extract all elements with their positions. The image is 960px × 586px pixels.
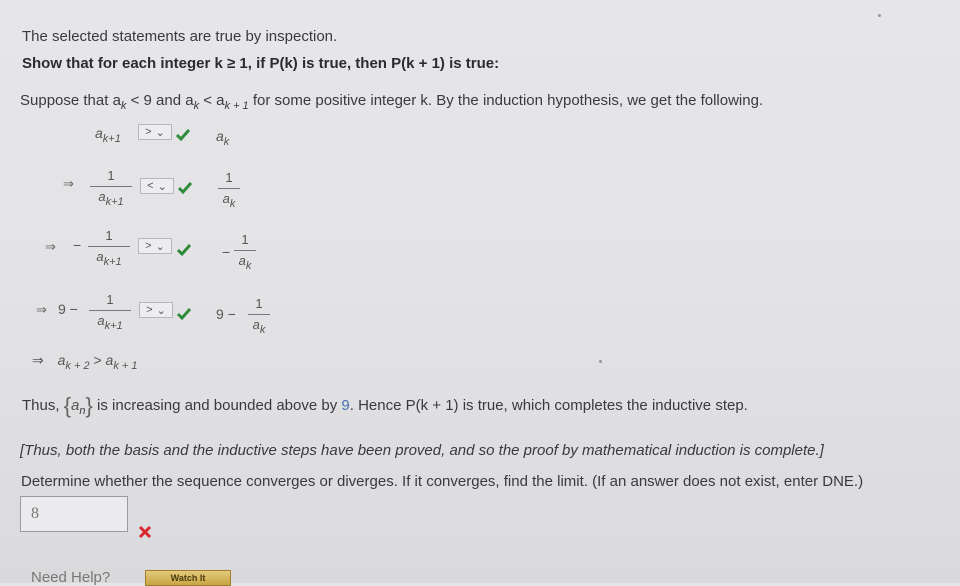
incorrect-x-icon [138,525,152,539]
row3-lhs-fraction: 1 ak+1 [88,228,130,270]
row2-check-icon [178,182,192,195]
answer-input[interactable]: 8 [20,496,128,532]
screen-speck [599,360,602,363]
step-heading: Show that for each integer k ≥ 1, if P(k… [22,55,500,72]
watch-it-button[interactable]: Watch It [145,570,231,586]
row2-rhs-fraction: 1 ak [218,170,240,212]
chevron-down-icon: ⌄ [155,126,165,139]
row2-implies-arrow: ⇒ [63,176,74,191]
row1-inequality-select[interactable]: > ⌄ [138,124,172,140]
row3-rhs-minus: − [222,244,231,260]
row2-lhs-fraction: 1 ak+1 [90,168,132,210]
row3-minus: − [73,237,82,253]
need-help-label: Need Help? [31,569,111,586]
intro-text: The selected statements are true by insp… [22,28,338,45]
chevron-down-icon: ⌄ [156,304,166,317]
row4-check-icon [177,308,191,321]
row3-inequality-select[interactable]: > ⌄ [138,238,172,254]
bound-value: 9 [341,397,350,414]
row4-lhs-fraction: 1 ak+1 [89,292,131,334]
thus-statement: Thus, {an} is increasing and bounded abo… [22,393,748,418]
chevron-down-icon: ⌄ [155,240,165,253]
row3-rhs-fraction: 1 ak [234,232,256,274]
final-implies-arrow: ⇒ [32,352,44,368]
row3-check-icon [177,244,191,257]
convergence-question: Determine whether the sequence converges… [21,473,864,490]
row4-rhs-fraction: 1 ak [248,296,270,338]
screen-speck [878,14,881,17]
chevron-down-icon: ⌄ [157,180,167,193]
row4-inequality-select[interactable]: > ⌄ [139,302,173,318]
row1-lhs: ak+1 [95,125,121,145]
row4-rhs-prefix: 9 − [216,306,236,322]
row4-prefix: 9 − [58,301,78,317]
row4-implies-arrow: ⇒ [36,302,47,317]
proof-conclusion: [Thus, both the basis and the inductive … [20,442,824,459]
hypothesis-line: Suppose that ak < 9 and ak < ak + 1 for … [20,92,764,112]
row1-rhs: ak [216,128,230,148]
final-inequality: ⇒ ak + 2 > ak + 1 [32,352,138,372]
row1-check-icon [176,129,190,142]
row3-implies-arrow: ⇒ [45,239,56,254]
row2-inequality-select[interactable]: < ⌄ [140,178,174,194]
